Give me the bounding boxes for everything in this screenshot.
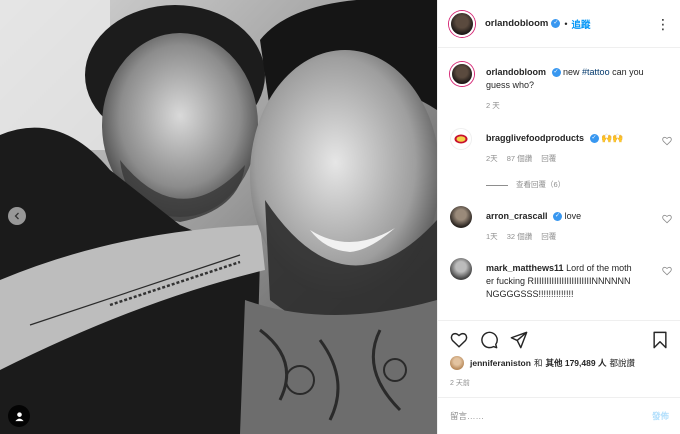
heart-icon[interactable] (662, 214, 672, 224)
caption-text: new (563, 67, 583, 77)
comments-list[interactable]: orlandobloom ✓ new #tattoo can you guess… (438, 48, 680, 320)
likes-others-suffix: 人 (597, 358, 607, 368)
follow-button[interactable]: 追蹤 (571, 17, 590, 31)
post-photo[interactable] (0, 0, 437, 434)
post-comment-button[interactable]: 發佈 (652, 410, 669, 422)
tagged-users-button[interactable] (8, 405, 30, 427)
commenter-avatar[interactable] (450, 128, 472, 150)
instagram-post-modal: orlandobloom ✓ • 追蹤 ⋮ orlandobloom ✓ new… (0, 0, 680, 434)
comment-likes[interactable]: 32 個讚 (507, 232, 532, 241)
likes-others-button[interactable]: 其他 179,489 人 (545, 357, 606, 369)
caption-hashtag[interactable]: #tattoo (582, 67, 610, 77)
likes-liked: 都說讚 (609, 358, 635, 368)
reply-button[interactable]: 回覆 (541, 154, 556, 163)
post-header: orlandobloom ✓ • 追蹤 ⋮ (438, 0, 680, 48)
likes-and: 和 (533, 358, 543, 368)
view-replies-button[interactable]: 查看回覆（6） (486, 179, 565, 190)
verified-badge-icon: ✓ (551, 19, 561, 28)
likes-others-prefix: 其他 (545, 358, 563, 368)
comment-icon[interactable] (480, 331, 498, 349)
like-heart-icon[interactable] (450, 331, 468, 349)
post-side-panel: orlandobloom ✓ • 追蹤 ⋮ orlandobloom ✓ new… (437, 0, 680, 434)
comment-meta: 2天 87 個讚 回覆 (486, 152, 662, 165)
comment-username[interactable]: arron_crascall (486, 211, 548, 221)
carousel-prev-button[interactable] (8, 207, 26, 225)
comment-username[interactable]: mark_matthews11 (486, 263, 564, 273)
author-avatar[interactable] (449, 10, 475, 37)
replies-divider (486, 184, 508, 186)
user-icon (14, 411, 24, 421)
comment-body: mark_matthews11 Lord of the mother fucki… (486, 262, 636, 301)
commenter-avatar[interactable] (450, 258, 472, 280)
verified-badge-icon: ✓ (589, 134, 599, 144)
comment-time: 2天 (486, 154, 498, 163)
caption-avatar[interactable] (450, 62, 474, 86)
comment-time: 1天 (486, 232, 498, 241)
comment-likes[interactable]: 87 個讚 (507, 154, 532, 163)
more-icon[interactable]: ⋮ (656, 16, 671, 33)
comment-input[interactable] (450, 411, 640, 421)
post-timestamp[interactable]: 2 天前 (450, 378, 470, 388)
reply-button[interactable]: 回覆 (541, 232, 556, 241)
photo-illustration (0, 0, 437, 434)
add-comment-form: 發佈 (438, 397, 680, 434)
author-username[interactable]: orlandobloom (485, 18, 548, 29)
likes-summary: jenniferaniston 和 其他 179,489 人 都說讚 (450, 354, 672, 372)
caption-time: 2 天 (486, 101, 500, 110)
caption-meta: 2 天 (486, 99, 662, 112)
share-icon[interactable] (510, 331, 528, 349)
commenter-avatar[interactable] (450, 206, 472, 228)
comment-meta: 1天 32 個讚 回覆 (486, 230, 662, 243)
caption-body: orlandobloom ✓ new #tattoo can you guess… (486, 66, 662, 112)
comment-body: arron_crascall ✓ love 1天 32 個讚 回覆 (486, 210, 662, 243)
verified-badge-icon: ✓ (551, 68, 561, 78)
likes-count: 179,489 (564, 358, 596, 368)
view-replies-label[interactable]: 查看回覆（6） (516, 180, 565, 189)
comment-username[interactable]: bragglivefoodproducts (486, 133, 584, 143)
separator-dot: • (564, 18, 568, 29)
comment-body: bragglivefoodproducts ✓ 🙌🙌 2天 87 個讚 回覆 (486, 132, 662, 165)
liker-avatar[interactable] (450, 356, 464, 370)
heart-icon[interactable] (662, 266, 672, 276)
chevron-left-icon (14, 212, 19, 220)
comment-text: 🙌🙌 (601, 133, 624, 143)
save-bookmark-icon[interactable] (651, 331, 669, 349)
heart-icon[interactable] (662, 136, 672, 146)
comment-text: love (564, 211, 582, 221)
bragg-logo-icon (454, 134, 468, 144)
verified-badge-icon: ✓ (553, 212, 563, 222)
liker-username[interactable]: jenniferaniston (470, 358, 531, 368)
caption-username[interactable]: orlandobloom (486, 67, 546, 77)
